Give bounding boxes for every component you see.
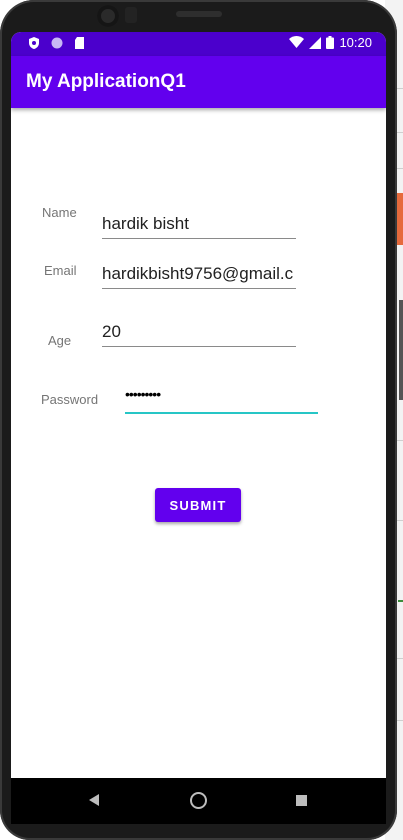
name-label: Name [42, 205, 77, 220]
submit-button[interactable]: SUBMIT [155, 488, 241, 522]
sd-card-icon [75, 37, 84, 49]
status-bar: 10:20 [11, 32, 386, 56]
battery-icon [326, 36, 335, 49]
status-time: 10:20 [339, 35, 372, 50]
earpiece-speaker [176, 11, 222, 17]
front-camera [97, 5, 119, 27]
recents-icon[interactable] [296, 795, 307, 806]
age-label: Age [48, 333, 72, 348]
device-frame: 10:20 My ApplicationQ1 Name hardik bisht… [0, 0, 397, 840]
age-value: 20 [102, 322, 121, 341]
name-field[interactable]: hardik bisht [102, 212, 296, 239]
navigation-bar [11, 778, 386, 824]
age-field[interactable]: 20 [102, 320, 296, 347]
wifi-icon [289, 36, 305, 48]
app-title: My ApplicationQ1 [26, 71, 186, 92]
email-field[interactable]: hardikbisht9756@gmail.c [102, 262, 296, 289]
password-label: Password [41, 392, 99, 407]
email-label: Email [44, 263, 77, 278]
email-value: hardikbisht9756@gmail.c [102, 264, 294, 283]
home-icon[interactable] [190, 792, 207, 809]
sensor [125, 7, 137, 23]
back-icon[interactable] [89, 794, 99, 806]
app-screen: 10:20 My ApplicationQ1 Name hardik bisht… [11, 32, 386, 806]
circle-icon [51, 37, 63, 49]
shield-icon [29, 37, 39, 49]
signal-icon [309, 36, 322, 49]
password-field[interactable]: ••••••••• [125, 387, 318, 414]
app-bar: My ApplicationQ1 [11, 56, 386, 108]
password-value: ••••••••• [125, 387, 161, 402]
name-value: hardik bisht [102, 214, 189, 233]
